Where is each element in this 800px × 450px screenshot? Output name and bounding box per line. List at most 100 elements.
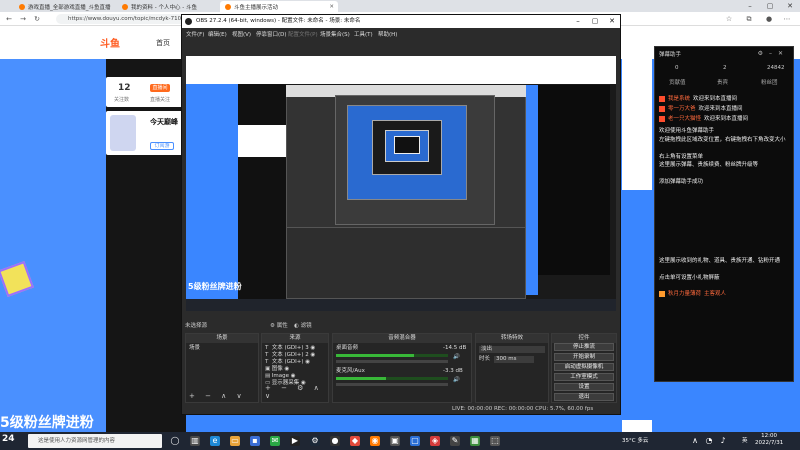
network-icon[interactable]: ◔ <box>704 436 714 446</box>
back-icon[interactable]: ← <box>4 14 14 24</box>
wechat-icon[interactable]: ✉ <box>270 436 280 446</box>
filters-button[interactable]: ◐ 滤镜 <box>294 321 312 331</box>
menu-profile[interactable]: 配置文件(P) <box>288 30 318 38</box>
fan-badge-banner: 5级粉丝牌进粉 <box>0 415 94 431</box>
follow-count-label: 关注数 <box>114 97 130 103</box>
source-item[interactable]: T 文本 (GDI+) 2 ◉ <box>265 352 315 359</box>
sources-dock: 来源 T 文本 (GDI+) 3 ◉ T 文本 (GDI+) 2 ◉ T 文本 … <box>261 333 329 403</box>
app-icon[interactable]: ◆ <box>350 436 360 446</box>
app-icon[interactable]: ▪ <box>250 436 260 446</box>
app-icon[interactable]: ▦ <box>470 436 480 446</box>
mute-icon[interactable]: 🔊 <box>453 354 460 361</box>
tray-chevron-icon[interactable]: ∧ <box>690 436 700 446</box>
maximize-icon[interactable]: ▢ <box>587 15 603 28</box>
profile-icon[interactable]: ● <box>764 14 774 24</box>
file-explorer-icon[interactable]: ▭ <box>230 436 240 446</box>
subscribe-button[interactable]: 订阅游 <box>150 142 174 150</box>
media-icon[interactable]: ▶ <box>290 436 300 446</box>
steam-icon[interactable]: ⚙ <box>310 436 320 446</box>
source-item[interactable]: T 文本 (GDI+) 3 ◉ <box>265 345 315 352</box>
obs-taskbar-icon[interactable]: ● <box>330 436 340 446</box>
volume-slider[interactable] <box>336 383 448 386</box>
virtual-camera-button[interactable]: 启动虚拟摄像机 <box>554 363 614 371</box>
source-item[interactable]: ▣ 图像 ◉ <box>265 366 289 373</box>
maximize-icon[interactable]: ▢ <box>760 0 780 12</box>
exit-button[interactable]: 退出 <box>554 393 614 401</box>
source-toolbar[interactable]: + − ⚙ ∧ ∨ <box>265 384 328 400</box>
dock-title: 转场特效 <box>476 334 548 343</box>
tab-label: 我的资料 - 个人中心 - 斗鱼 <box>131 4 197 11</box>
app-icon[interactable]: ▣ <box>390 436 400 446</box>
audio-mixer-dock: 音频混合器 桌面音频 -14.5 dB 🔊 麦克风/Aux -3.3 dB 🔊 <box>332 333 472 403</box>
clock-date: 2022/7/31 <box>755 440 784 446</box>
close-icon[interactable]: ✕ <box>780 0 800 12</box>
source-item[interactable]: T 文本 (GDI+) ◉ <box>265 359 310 366</box>
properties-button[interactable]: ⚙ 属性 <box>270 321 288 331</box>
transitions-dock: 转场特效 淡出 时长 300 ms <box>475 333 549 403</box>
mixer-channel-name: 麦克风/Aux <box>336 368 365 374</box>
browser-tab-active[interactable]: 斗鱼主播展示活动 ✕ <box>220 1 338 12</box>
scene-toolbar[interactable]: + − ∧ ∨ <box>189 392 246 400</box>
menu-edit[interactable]: 编辑(E) <box>208 30 227 38</box>
minimize-icon[interactable]: – <box>740 0 760 12</box>
menu-help[interactable]: 帮助(H) <box>378 30 397 38</box>
menu-tools[interactable]: 工具(T) <box>354 30 373 38</box>
app-icon[interactable]: ◈ <box>430 436 440 446</box>
preview-card <box>238 125 286 157</box>
taskbar-temperature[interactable]: 35°C 多云 <box>622 436 648 444</box>
source-item[interactable]: ▤ Image ◉ <box>265 373 296 380</box>
duration-input[interactable]: 300 ms <box>494 356 534 363</box>
menu-view[interactable]: 视图(V) <box>232 30 251 38</box>
more-icon[interactable]: ⋯ <box>782 14 792 24</box>
settings-button[interactable]: 设置 <box>554 383 614 391</box>
danmaku-assistant-panel[interactable]: 弹幕助手 ⚙–✕ 0 2 24842 贡献值 贵宾 粉丝团 我是系统 欢迎来到本直… <box>654 46 794 382</box>
close-icon[interactable]: ✕ <box>604 15 620 28</box>
stop-streaming-button[interactable]: 停止推流 <box>554 343 614 351</box>
forward-icon[interactable]: → <box>18 14 28 24</box>
browser-tab[interactable]: 我的资料 - 个人中心 - 斗鱼 ✕ <box>117 1 235 12</box>
live-room-button[interactable]: 直播间 <box>150 84 170 92</box>
page-background-left <box>0 59 106 432</box>
chat-tab[interactable]: 贵宾 <box>717 78 728 86</box>
douyu-icon[interactable]: ◉ <box>370 436 380 446</box>
preview-site-header <box>186 56 616 84</box>
preview-nested-obs-docks <box>286 227 526 299</box>
mute-icon[interactable]: 🔊 <box>453 377 460 384</box>
close-tab-icon[interactable]: ✕ <box>329 4 334 10</box>
menu-scene-collection[interactable]: 场景集合(S) <box>320 30 350 38</box>
volume-icon[interactable]: ♪ <box>718 436 728 446</box>
windows-taskbar: 24 这是使用人力资源网管理的内容 ◯ ▥ e ▭ ▪ ✉ ▶ ⚙ ● ◆ ◉ … <box>0 432 800 450</box>
chat-tab[interactable]: 贡献值 <box>669 78 686 86</box>
minimize-icon[interactable]: – <box>570 15 586 28</box>
douyu-favicon-icon <box>225 3 231 10</box>
task-view-icon[interactable]: ◯ <box>170 436 180 446</box>
anchor-avatar[interactable] <box>110 115 136 151</box>
chat-tab[interactable]: 粉丝团 <box>761 78 778 86</box>
anchor-name[interactable]: 今天巅峰 <box>150 117 178 127</box>
home-link[interactable]: 首页 <box>156 38 170 48</box>
input-language[interactable]: 英 <box>742 436 748 444</box>
widgets-icon[interactable]: ▥ <box>190 436 200 446</box>
menu-file[interactable]: 文件(F) <box>186 30 204 38</box>
taskbar-clock[interactable]: 12:00 2022/7/31 <box>755 433 783 447</box>
volume-slider[interactable] <box>336 360 448 363</box>
reload-icon[interactable]: ↻ <box>32 14 42 24</box>
site-logo[interactable]: 斗鱼 <box>100 35 134 50</box>
app-icon[interactable]: ▢ <box>410 436 420 446</box>
start-recording-button[interactable]: 开始录制 <box>554 353 614 361</box>
taskbar-search-input[interactable]: 这是使用人力资源网管理的内容 <box>28 434 162 448</box>
transition-select[interactable]: 淡出 <box>479 346 545 353</box>
app-icon[interactable]: ✎ <box>450 436 460 446</box>
studio-mode-button[interactable]: 工作室模式 <box>554 373 614 381</box>
scene-item[interactable]: 场景 <box>189 345 200 352</box>
app-icon[interactable]: ⬚ <box>490 436 500 446</box>
chat-window-controls[interactable]: ⚙–✕ <box>758 50 789 57</box>
collections-icon[interactable]: ⧉ <box>744 14 754 24</box>
favorites-icon[interactable]: ☆ <box>724 14 734 24</box>
edge-icon[interactable]: e <box>210 436 220 446</box>
taskbar-weather[interactable]: 24 <box>2 434 24 448</box>
browser-tab[interactable]: 游戏直播_全部游戏直播_斗鱼直播 ✕ <box>14 1 132 12</box>
menu-docks[interactable]: 停靠窗口(D) <box>256 30 287 38</box>
obs-window[interactable]: OBS 27.2.4 (64-bit, windows) - 配置文件: 未命名… <box>181 14 621 415</box>
help-line: 这里展示弹幕、贵族续费、粉丝牌升级等 <box>659 162 759 168</box>
